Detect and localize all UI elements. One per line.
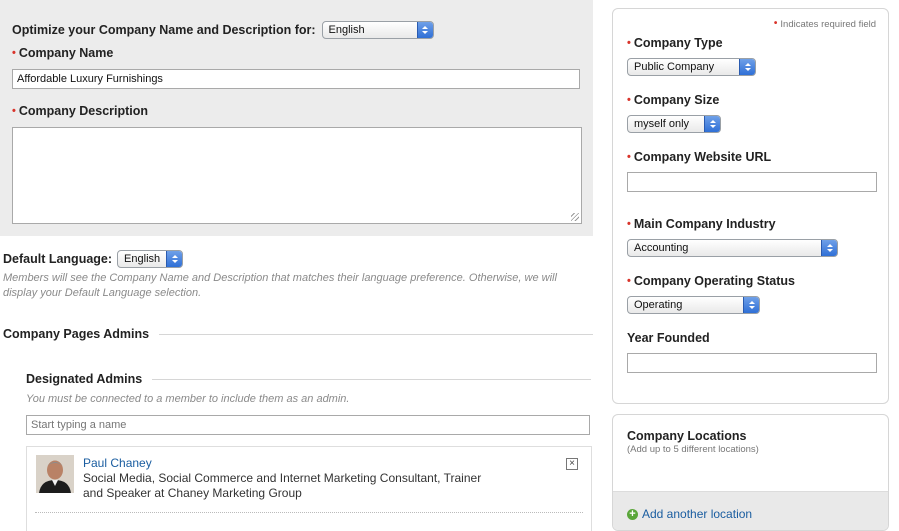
company-size-value: myself only xyxy=(634,118,690,130)
select-arrows-icon xyxy=(739,59,755,75)
operating-status-label: Company Operating Status xyxy=(633,274,795,288)
optimize-language-select[interactable]: English xyxy=(321,21,434,39)
operating-status-select[interactable]: Operating xyxy=(627,296,760,314)
company-name-label: • Company Name xyxy=(12,46,114,60)
company-locations-title: Company Locations xyxy=(627,429,747,443)
admins-section-title: Company Pages Admins xyxy=(3,327,150,341)
year-founded-input[interactable] xyxy=(627,353,877,373)
add-location-label: Add another location xyxy=(642,507,753,521)
select-arrows-icon xyxy=(821,240,837,256)
select-arrows-icon xyxy=(166,251,183,267)
section-divider xyxy=(159,333,593,335)
company-name-input[interactable] xyxy=(12,69,580,89)
required-marker: • xyxy=(627,94,631,106)
industry-field: • Main Company Industry Accounting xyxy=(627,217,838,257)
operating-status-field: • Company Operating Status Operating xyxy=(627,274,795,314)
designated-admins-help: You must be connected to a member to inc… xyxy=(26,393,350,405)
resize-grip-icon[interactable] xyxy=(571,213,579,221)
optimize-label: Optimize your Company Name and Descripti… xyxy=(12,23,316,37)
company-size-field: • Company Size myself only xyxy=(627,93,721,133)
locations-footer: + Add another location xyxy=(613,491,888,530)
operating-status-value: Operating xyxy=(634,299,683,311)
default-language-help: Members will see the Company Name and De… xyxy=(3,272,557,299)
admin-search-input[interactable] xyxy=(26,415,590,435)
add-location-link[interactable]: + Add another location xyxy=(627,507,752,521)
industry-label: Main Company Industry xyxy=(633,217,776,231)
default-language-value: English xyxy=(124,253,161,265)
company-type-value: Public Company xyxy=(634,61,715,73)
company-locations-subtitle: (Add up to 5 different locations) xyxy=(627,444,759,455)
optimize-panel: Optimize your Company Name and Descripti… xyxy=(0,0,593,236)
divider xyxy=(35,512,583,513)
company-locations-panel: Company Locations (Add up to 5 different… xyxy=(612,414,889,531)
section-divider xyxy=(152,378,591,380)
plus-circle-icon: + xyxy=(627,508,638,520)
company-type-label: Company Type xyxy=(633,36,723,50)
default-language-row: Default Language: English xyxy=(3,250,184,268)
required-marker: • xyxy=(12,47,16,59)
admin-name-link[interactable]: Paul Chaney xyxy=(83,456,152,470)
company-website-label: Company Website URL xyxy=(633,150,772,164)
avatar xyxy=(36,455,74,493)
select-arrows-icon xyxy=(743,297,759,313)
company-type-select[interactable]: Public Company xyxy=(627,58,756,76)
industry-select[interactable]: Accounting xyxy=(627,239,838,257)
default-language-label: Default Language: xyxy=(3,252,113,266)
optimize-language-value: English xyxy=(328,24,365,36)
required-marker: • xyxy=(627,275,631,287)
company-details-panel: • Indicates required field • Company Type … xyxy=(612,8,889,404)
default-language-select[interactable]: English xyxy=(117,250,184,268)
year-founded-label: Year Founded xyxy=(627,331,710,345)
company-size-select[interactable]: myself only xyxy=(627,115,721,133)
year-founded-field: Year Founded xyxy=(627,331,877,373)
admin-list-item: Paul Chaney Social Media, Social Commerc… xyxy=(26,446,592,531)
optimize-row: Optimize your Company Name and Descripti… xyxy=(12,21,434,39)
designated-admins-title: Designated Admins xyxy=(26,372,143,386)
industry-value: Accounting xyxy=(634,242,689,254)
required-marker: • xyxy=(12,105,16,117)
required-marker: • xyxy=(627,218,631,230)
required-marker: • xyxy=(627,37,631,49)
company-description-textarea[interactable] xyxy=(12,127,582,224)
admin-headline: Social Media, Social Commerce and Intern… xyxy=(83,471,482,500)
company-type-field: • Company Type Public Company xyxy=(627,36,756,76)
company-website-field: • Company Website URL xyxy=(627,150,877,192)
required-marker: • xyxy=(773,18,778,29)
required-marker: • xyxy=(627,151,631,163)
company-size-label: Company Size xyxy=(633,93,720,107)
select-arrows-icon xyxy=(704,116,720,132)
required-field-note: • Indicates required field xyxy=(773,18,876,30)
close-icon[interactable]: × xyxy=(566,458,578,470)
admins-section-header: Company Pages Admins xyxy=(3,327,593,341)
select-arrows-icon xyxy=(416,22,433,38)
company-description-label: • Company Description xyxy=(12,104,149,118)
company-website-input[interactable] xyxy=(627,172,877,192)
designated-admins-header: Designated Admins xyxy=(26,372,591,386)
